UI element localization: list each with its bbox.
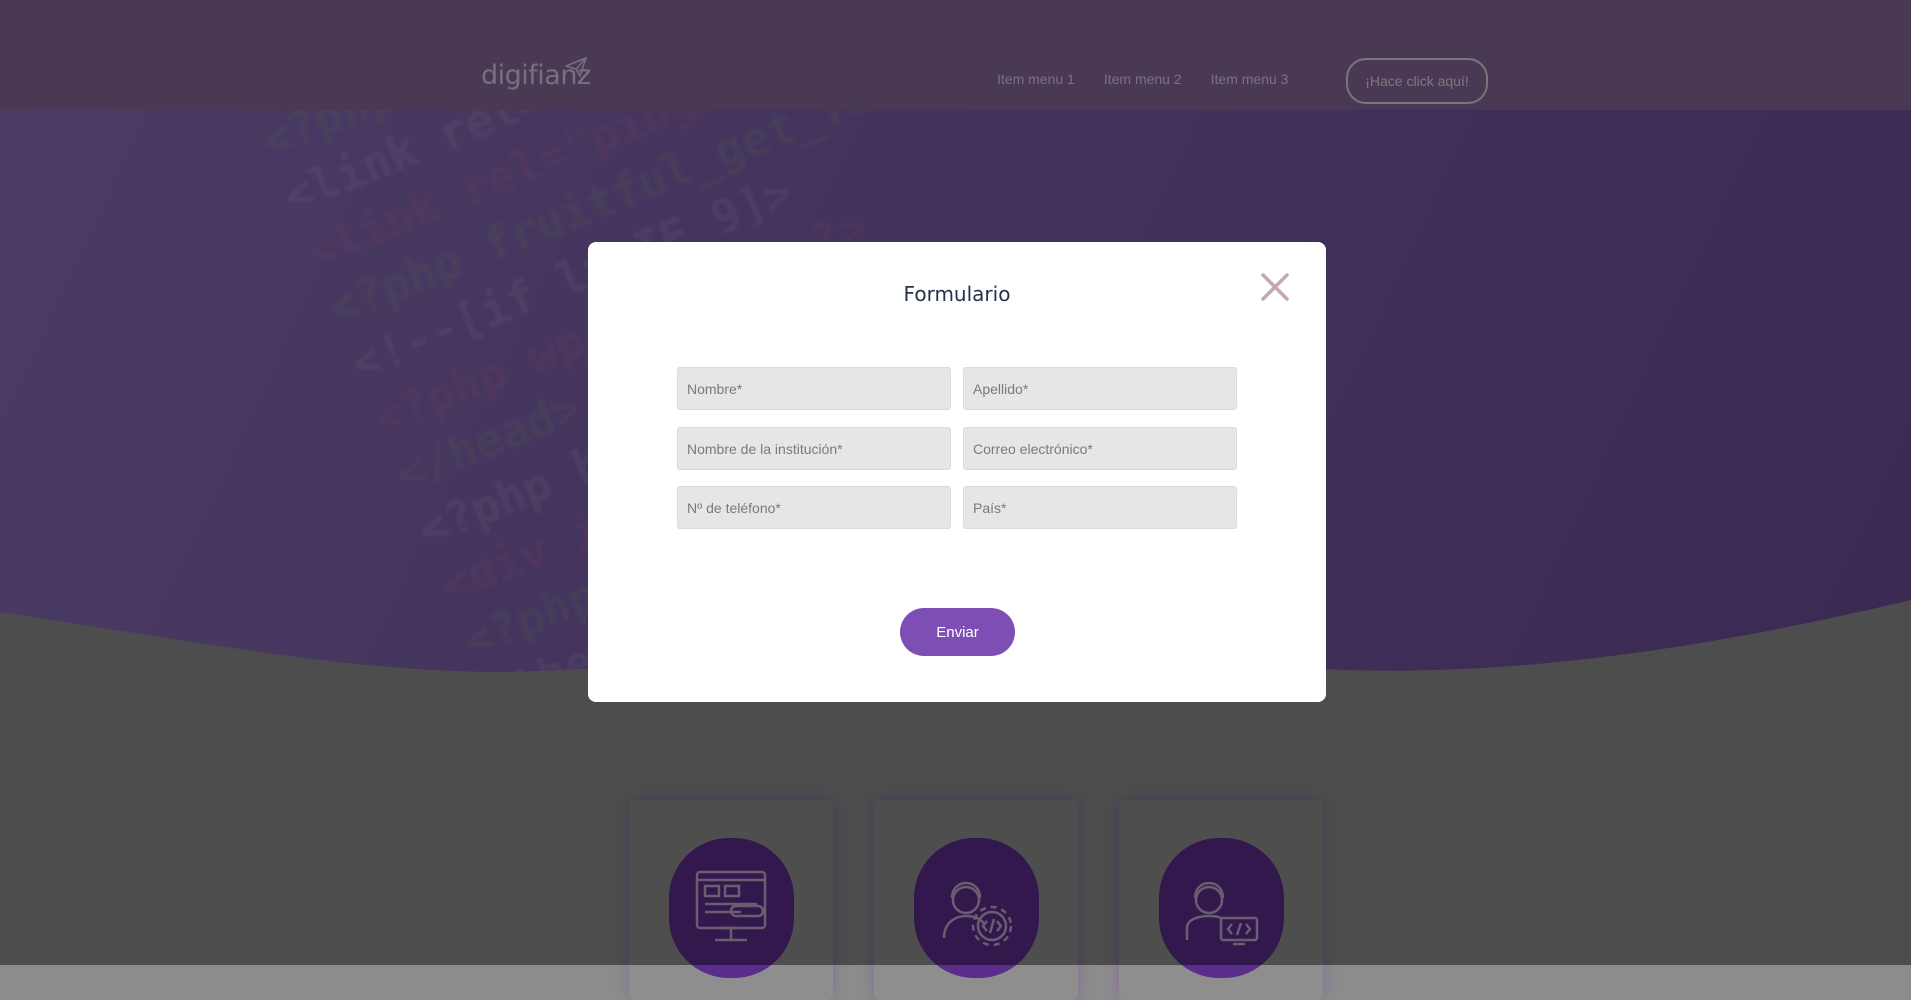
close-icon[interactable] (1260, 272, 1290, 302)
first-name-field[interactable] (677, 367, 951, 410)
phone-field[interactable] (677, 486, 951, 529)
form-modal: Formulario Enviar (588, 242, 1326, 702)
email-field[interactable] (963, 427, 1237, 470)
modal-title: Formulario (903, 282, 1011, 306)
institution-field[interactable] (677, 427, 951, 470)
country-field[interactable] (963, 486, 1237, 529)
submit-button[interactable]: Enviar (900, 608, 1015, 656)
last-name-field[interactable] (963, 367, 1237, 410)
